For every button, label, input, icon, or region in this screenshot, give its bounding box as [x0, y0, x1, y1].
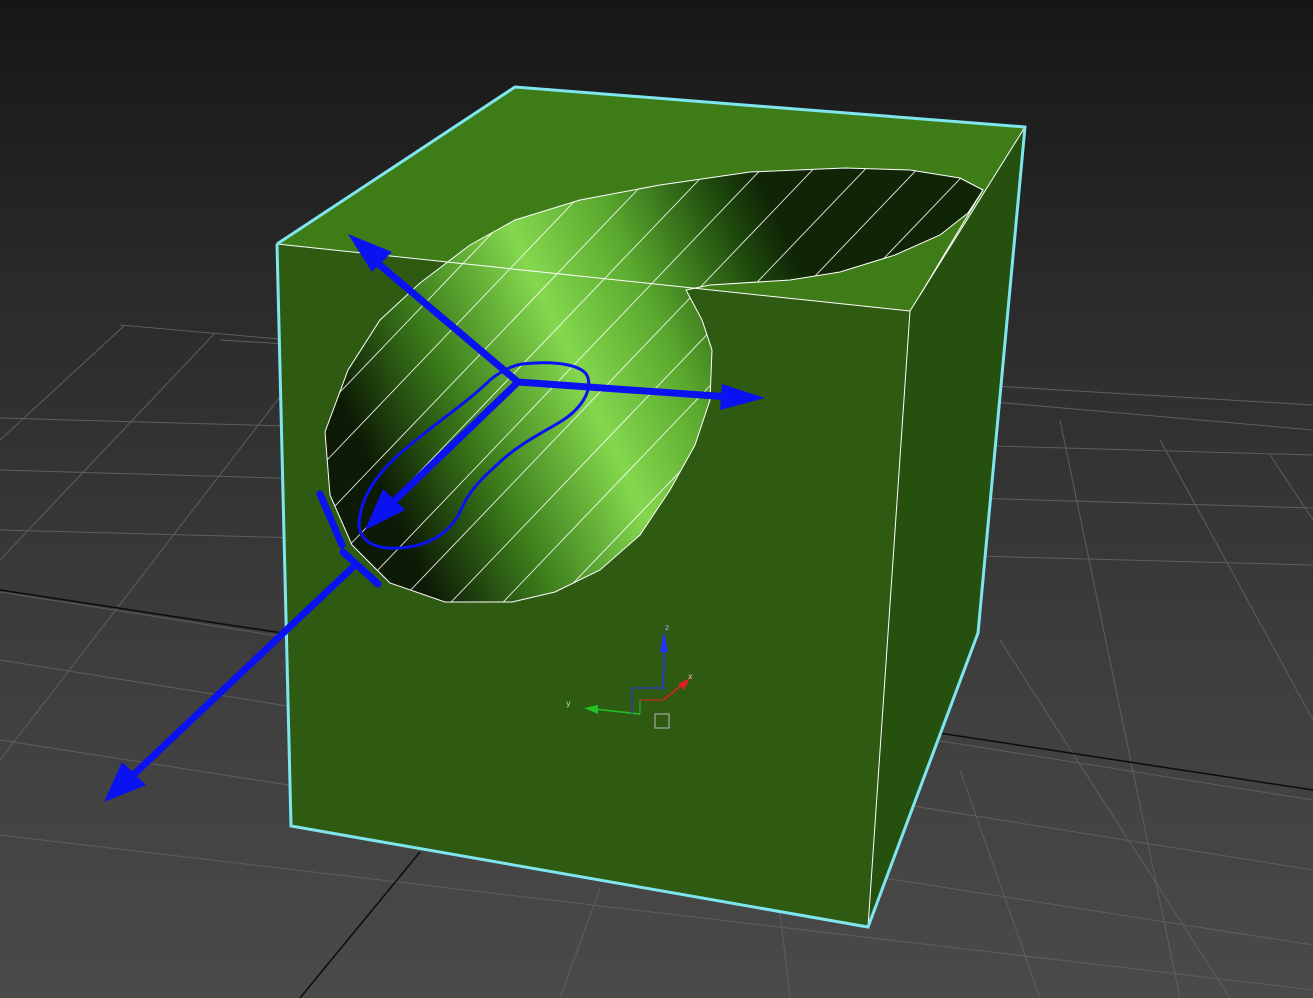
gizmo-x-label: x — [688, 672, 693, 681]
grid-line — [779, 911, 791, 998]
viewport-scene[interactable]: z x y — [0, 0, 1313, 998]
grid-line — [1159, 439, 1313, 721]
grid-line — [999, 639, 1231, 998]
grid-line — [1269, 454, 1313, 521]
grid-line — [0, 332, 216, 561]
grid-line — [1059, 419, 1181, 998]
3d-viewport[interactable]: z x y — [0, 0, 1313, 998]
grid-line — [559, 887, 601, 998]
grid-line — [0, 324, 126, 441]
gizmo-z-label: z — [665, 623, 669, 632]
gizmo-y-label: y — [566, 699, 571, 708]
grid-line — [299, 851, 421, 998]
hole-wire-line — [1110, 160, 1313, 620]
hole-wire-line — [1006, 160, 1313, 620]
cube-object[interactable] — [18, 85, 1313, 929]
grid-line — [959, 769, 1041, 998]
hole-wire-line — [1058, 160, 1313, 620]
grid-line — [0, 344, 321, 761]
